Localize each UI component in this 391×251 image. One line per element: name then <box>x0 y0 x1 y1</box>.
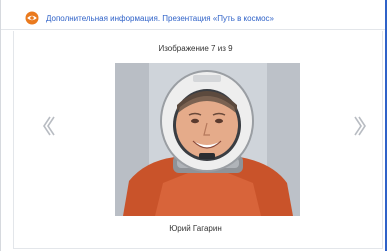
slide-photo <box>115 63 300 216</box>
image-counter: Изображение 7 из 9 <box>158 44 233 53</box>
previous-image-button[interactable] <box>41 115 55 137</box>
next-image-button[interactable] <box>354 115 368 137</box>
title-bar: Дополнительная информация. Презентация «… <box>1 0 385 30</box>
window-title: Дополнительная информация. Презентация «… <box>46 14 274 23</box>
chevron-right-icon <box>354 116 368 141</box>
chevron-left-icon <box>41 116 55 141</box>
slide-caption: Юрий Гагарин <box>169 224 222 233</box>
eye-icon <box>25 11 39 25</box>
